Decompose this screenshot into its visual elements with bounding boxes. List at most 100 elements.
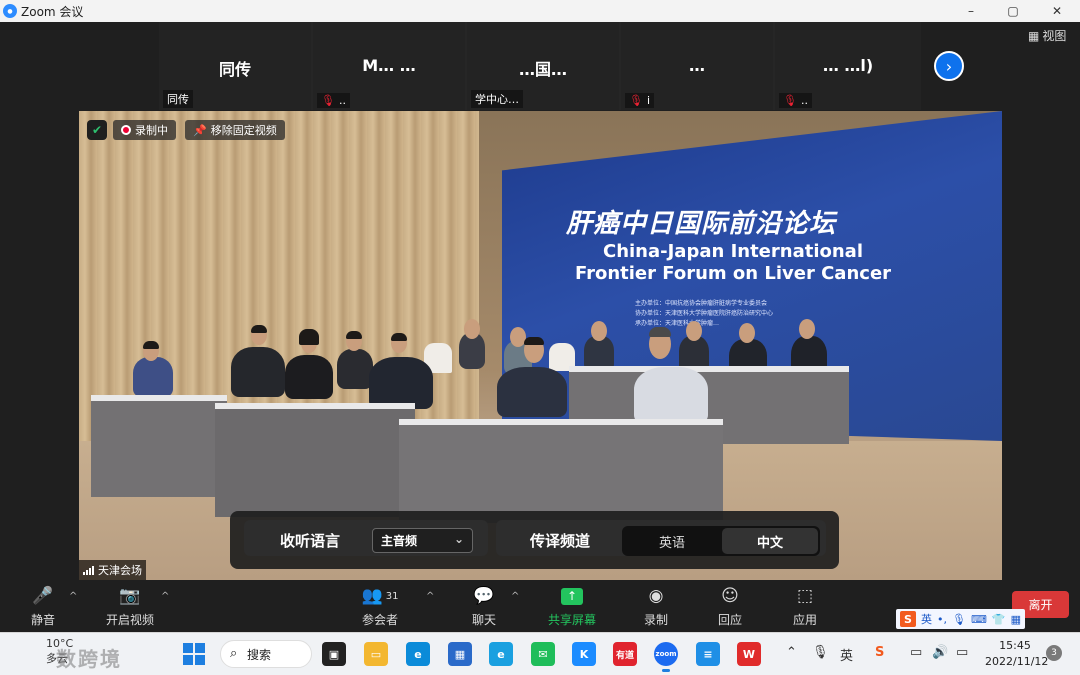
- store-icon[interactable]: ▦: [448, 642, 472, 666]
- clock-date: 2022/11/12: [985, 655, 1049, 668]
- mute-button[interactable]: 🎤 静音: [22, 584, 64, 628]
- grid-icon: ▦: [1028, 28, 1040, 43]
- attendee: [337, 349, 373, 389]
- title-bar: ● Zoom 会议 – ▢ ✕: [0, 0, 1080, 22]
- taskbar-search[interactable]: ⌕ 搜索: [220, 640, 312, 668]
- backdrop-title-en: China-Japan International Frontier Forum…: [574, 241, 892, 284]
- share-screen-label: 共享屏幕: [547, 613, 596, 627]
- participant-footer: 学中心…: [471, 90, 523, 108]
- sogou-icon: S: [900, 611, 916, 627]
- tray-chevron-up-icon[interactable]: ⌃: [786, 645, 797, 660]
- participants-icon: 👥 31: [361, 586, 399, 606]
- share-screen-button[interactable]: ↑ 共享屏幕: [543, 584, 601, 628]
- listen-language-select[interactable]: 主音频 ⌄: [372, 528, 473, 553]
- attendee-hair: [391, 333, 407, 341]
- wps-icon[interactable]: W: [737, 642, 761, 666]
- channel-english-button[interactable]: 英语: [624, 528, 720, 554]
- ime-language[interactable]: 英: [921, 611, 932, 627]
- attendee: [497, 367, 567, 417]
- mute-options-caret[interactable]: ^: [69, 591, 77, 602]
- attendee: [285, 355, 333, 399]
- chat-options-caret[interactable]: ^: [511, 591, 519, 602]
- participant-footer-label: 同传: [167, 93, 189, 106]
- participant-name: 同传: [218, 60, 251, 79]
- participants-button[interactable]: 👥 31 参会者: [356, 584, 404, 628]
- watermark: 数跨境: [56, 647, 122, 671]
- zoom-taskbar-icon[interactable]: zoom: [654, 642, 678, 672]
- reactions-button[interactable]: ☺ 回应: [712, 584, 748, 628]
- attendee: [369, 357, 433, 409]
- participant-tile[interactable]: 同传 同传: [159, 22, 311, 110]
- backdrop-title-cn: 肝癌中日国际前沿论坛: [566, 209, 837, 239]
- punctuation-icon[interactable]: •,: [937, 613, 947, 626]
- next-page-button[interactable]: ›: [934, 51, 964, 81]
- tray-microphone-icon[interactable]: 🎙: [812, 645, 829, 660]
- venue-name: 天津会场: [98, 564, 142, 577]
- kuaitong-app-icon[interactable]: K: [572, 642, 596, 666]
- keyboard-icon[interactable]: ⌨: [971, 613, 987, 626]
- participant-tile[interactable]: … 🎙 i: [621, 22, 773, 110]
- maximize-button[interactable]: ▢: [992, 0, 1034, 22]
- listen-language-label: 收听语言: [280, 532, 341, 550]
- tray-input-language[interactable]: 英: [840, 645, 853, 664]
- chat-icon: 💬: [473, 586, 495, 606]
- record-button[interactable]: ◉ 录制: [638, 584, 674, 628]
- chevron-down-icon: ⌄: [453, 532, 464, 546]
- start-video-label: 开启视频: [105, 613, 154, 627]
- channel-chinese-button[interactable]: 中文: [722, 528, 818, 554]
- emoji-plus-icon: ☺: [721, 586, 739, 606]
- apps-button[interactable]: ⬚ 应用: [787, 584, 823, 628]
- back-table-top: [569, 366, 849, 372]
- ime-toolbar[interactable]: S 英 •, 🎙 ⌨ 👕 ▦: [896, 609, 1025, 629]
- file-explorer-icon[interactable]: ▭: [364, 642, 388, 666]
- zoom-logo-icon: ●: [3, 4, 17, 18]
- participant-footer-label: ..: [338, 94, 346, 107]
- participant-footer: 🎙..: [779, 93, 812, 108]
- share-screen-icon: ↑: [543, 584, 601, 608]
- recording-indicator[interactable]: 录制中: [113, 120, 176, 140]
- start-button[interactable]: [183, 643, 205, 665]
- attendee: [634, 367, 708, 423]
- tray-sogou-icon[interactable]: S: [875, 645, 884, 660]
- notepad-icon[interactable]: ≡: [696, 642, 720, 666]
- view-button[interactable]: ▦ 视图: [1028, 27, 1066, 44]
- edge-browser-icon[interactable]: e: [489, 642, 513, 666]
- tray-battery-icon[interactable]: ▭: [956, 645, 968, 660]
- front-table-right: [399, 423, 723, 523]
- close-button[interactable]: ✕: [1036, 0, 1078, 22]
- start-video-button[interactable]: 📷 开启视频: [100, 584, 160, 628]
- notification-badge[interactable]: 3: [1046, 645, 1062, 661]
- shield-icon[interactable]: ✔: [87, 120, 107, 140]
- attendee-hair: [346, 331, 362, 339]
- tray-display-icon[interactable]: ▭: [910, 645, 922, 660]
- attendee-hair: [299, 329, 319, 345]
- edge-icon[interactable]: e: [406, 642, 430, 666]
- front-table-middle: [215, 407, 415, 517]
- windows-taskbar: 10°C 多云 数跨境 ⌕ 搜索 ▣ ▭ e ▦ e ✉ K 有道 zoom ≡…: [0, 632, 1080, 675]
- video-options-caret[interactable]: ^: [161, 591, 169, 602]
- minimize-button[interactable]: –: [950, 0, 992, 22]
- task-view-icon[interactable]: ▣: [322, 642, 346, 666]
- participant-name: … …l): [822, 56, 874, 75]
- unpin-video-button[interactable]: 📌 移除固定视频: [185, 120, 285, 140]
- tray-speaker-icon[interactable]: 🔊: [932, 645, 948, 660]
- participant-tile[interactable]: M… … 🎙..: [313, 22, 465, 110]
- mic-muted-icon: 🎙: [629, 94, 643, 107]
- participants-options-caret[interactable]: ^: [426, 591, 434, 602]
- skin-icon[interactable]: 👕: [992, 613, 1006, 626]
- apps-icon: ⬚: [796, 586, 814, 606]
- taskbar-clock[interactable]: 15:45 2022/11/12: [985, 638, 1049, 670]
- view-label: 视图: [1042, 29, 1067, 43]
- microphone-icon[interactable]: 🎙: [952, 613, 966, 626]
- participant-tile[interactable]: … …l) 🎙..: [775, 22, 921, 110]
- backdrop-organizer: 主办单位：中国抗癌协会肿瘤肝脏病学专业委员会: [635, 300, 768, 307]
- chat-button[interactable]: 💬 聊天: [466, 584, 502, 628]
- pin-icon: 📌: [193, 123, 207, 137]
- toolbox-icon[interactable]: ▦: [1011, 613, 1021, 626]
- attendee-head: [799, 319, 815, 339]
- participant-tile[interactable]: …国… 学中心…: [467, 22, 619, 110]
- youdao-app-icon[interactable]: 有道: [613, 642, 637, 666]
- messaging-app-icon[interactable]: ✉: [531, 642, 555, 666]
- backdrop-host: 承办单位：天津医科大学肿瘤…: [635, 320, 720, 327]
- record-label: 录制: [643, 613, 668, 627]
